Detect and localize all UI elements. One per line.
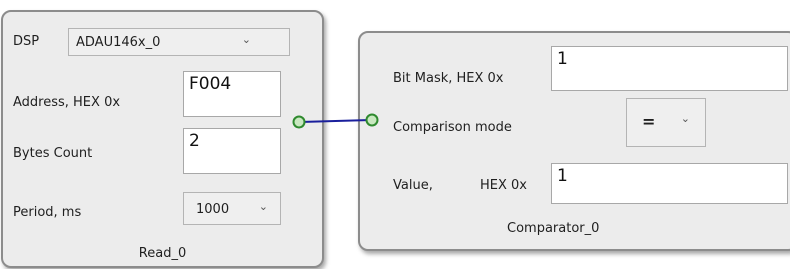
connection-line[interactable] [299, 119, 372, 123]
input-port-icon[interactable] [365, 113, 379, 127]
output-port-icon[interactable] [292, 115, 306, 129]
connection-wire[interactable] [0, 0, 790, 269]
